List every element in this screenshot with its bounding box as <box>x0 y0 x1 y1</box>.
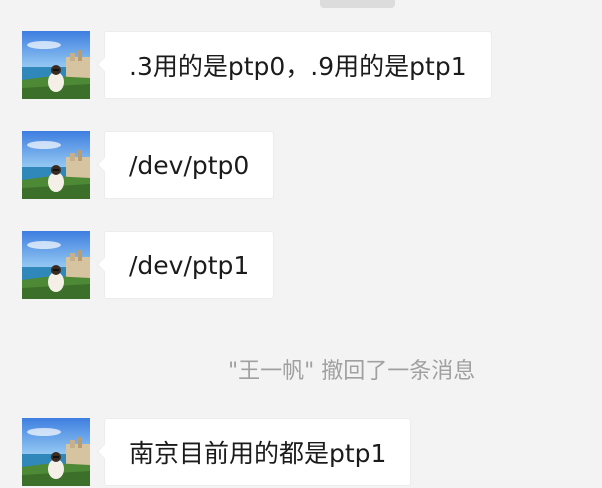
recalled-message-text: "王一帆" 撤回了一条消息 <box>228 359 476 384</box>
message-text: 南京目前用的都是ptp1 <box>129 439 387 468</box>
message-bubble[interactable]: /dev/ptp0 <box>104 131 275 199</box>
avatar[interactable] <box>22 231 90 299</box>
avatar[interactable] <box>22 131 90 199</box>
message-text: /dev/ptp0 <box>129 150 250 180</box>
beach-portrait-icon <box>22 31 90 99</box>
top-scroll-indicator <box>320 0 395 8</box>
avatar[interactable] <box>22 418 90 486</box>
message-bubble[interactable]: .3用的是ptp0，.9用的是ptp1 <box>104 31 492 99</box>
message-text: /dev/ptp1 <box>129 250 250 280</box>
beach-portrait-icon <box>22 131 90 199</box>
recalled-message-notice: "王一帆" 撤回了一条消息 <box>228 353 475 385</box>
beach-portrait-icon <box>22 231 90 299</box>
message-text: .3用的是ptp0，.9用的是ptp1 <box>129 52 467 81</box>
beach-portrait-icon <box>22 418 90 486</box>
message-bubble[interactable]: 南京目前用的都是ptp1 <box>104 418 412 486</box>
avatar[interactable] <box>22 31 90 99</box>
message-bubble[interactable]: /dev/ptp1 <box>104 231 275 299</box>
